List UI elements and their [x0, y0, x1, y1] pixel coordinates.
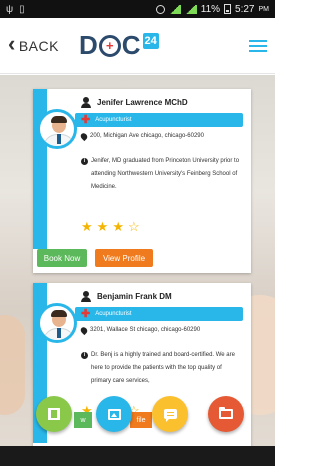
doctor-bio: i Jenifer, MD graduated from Princeton U… — [81, 155, 243, 194]
doctor-bio: i Dr. Benj is a highly trained and board… — [81, 349, 243, 388]
back-label: BACK — [18, 37, 59, 54]
doctor-avatar — [37, 303, 77, 343]
battery-icon — [224, 4, 232, 14]
star-filled-icon: ★ — [112, 219, 124, 234]
doctor-name: Benjamin Frank DM — [97, 292, 172, 301]
folder-icon — [219, 407, 233, 419]
doctor-name-row: Benjamin Frank DM — [81, 291, 172, 302]
person-icon — [81, 97, 91, 108]
battery-percent: 11% — [200, 3, 221, 15]
app-bar: ‹ BACK D C 24 — [0, 18, 275, 74]
info-icon: i — [81, 352, 88, 359]
app-logo: D C 24 — [79, 30, 159, 61]
doctor-card[interactable]: Jenifer Lawrence MChD ✚ Acupuncturist 20… — [33, 89, 251, 273]
doctor-name: Jenifer Lawrence MChD — [97, 98, 188, 107]
image-icon — [107, 408, 121, 420]
film-icon — [48, 408, 60, 420]
logo-letter-d: D — [78, 30, 98, 60]
specialty-text: Acupuncturist — [95, 117, 132, 123]
logo-number: 24 — [142, 33, 159, 49]
doctor-avatar — [37, 109, 77, 149]
chevron-left-icon: ‹ — [8, 31, 16, 56]
status-time: 5:27 — [235, 3, 255, 15]
status-time-suffix: PM — [258, 5, 270, 13]
location-pin-icon — [79, 325, 89, 336]
info-icon: i — [81, 158, 88, 165]
gallery-fab-button[interactable] — [96, 396, 132, 432]
star-filled-icon: ★ — [81, 219, 93, 234]
specialty-text: Acupuncturist — [95, 311, 132, 317]
system-nav-bar — [0, 446, 275, 466]
medical-cross-icon: ✚ — [81, 113, 91, 126]
chat-icon — [163, 409, 177, 422]
doctor-address: 200, Michigan Ave chicago, chicago-60290 — [79, 131, 243, 142]
back-button[interactable]: ‹ BACK — [8, 31, 59, 56]
cell-signal-icon — [184, 4, 197, 14]
status-bar: ψ ▯ 11% 5:27 PM — [0, 0, 275, 18]
specialty-badge: ✚ Acupuncturist — [75, 113, 243, 127]
view-profile-button[interactable]: View Profile — [95, 249, 153, 267]
specialty-badge: ✚ Acupuncturist — [75, 307, 243, 321]
star-filled-icon: ★ — [96, 219, 109, 234]
bio-text: Jenifer, MD graduated from Princeton Uni… — [91, 158, 240, 190]
stethoscope-logo-icon — [98, 34, 121, 57]
hamburger-menu-icon[interactable] — [249, 39, 267, 52]
floating-action-bar — [0, 396, 275, 446]
chat-fab-button[interactable] — [152, 396, 188, 432]
sd-card-icon: ▯ — [19, 3, 25, 15]
logo-letter-c: C — [121, 30, 141, 60]
star-empty-icon: ☆ — [127, 219, 140, 234]
folder-fab-button[interactable] — [208, 396, 244, 432]
location-pin-icon — [79, 131, 89, 142]
alarm-icon — [155, 4, 165, 14]
person-icon — [81, 291, 91, 302]
book-now-button[interactable]: Book Now — [37, 249, 87, 267]
address-text: 200, Michigan Ave chicago, chicago-60290 — [90, 133, 204, 139]
medical-cross-icon: ✚ — [81, 307, 91, 320]
doctor-address: 3201, Wallace St chicago, chicago-60290 — [79, 325, 243, 336]
doctor-name-row: Jenifer Lawrence MChD — [81, 97, 188, 108]
video-fab-button[interactable] — [36, 396, 72, 432]
wifi-signal-icon — [168, 4, 181, 14]
bio-text: Dr. Benj is a highly trained and board-c… — [91, 352, 235, 384]
rating-stars: ★ ★ ★ ☆ — [81, 220, 140, 233]
address-text: 3201, Wallace St chicago, chicago-60290 — [90, 327, 201, 333]
usb-icon: ψ — [6, 3, 14, 15]
